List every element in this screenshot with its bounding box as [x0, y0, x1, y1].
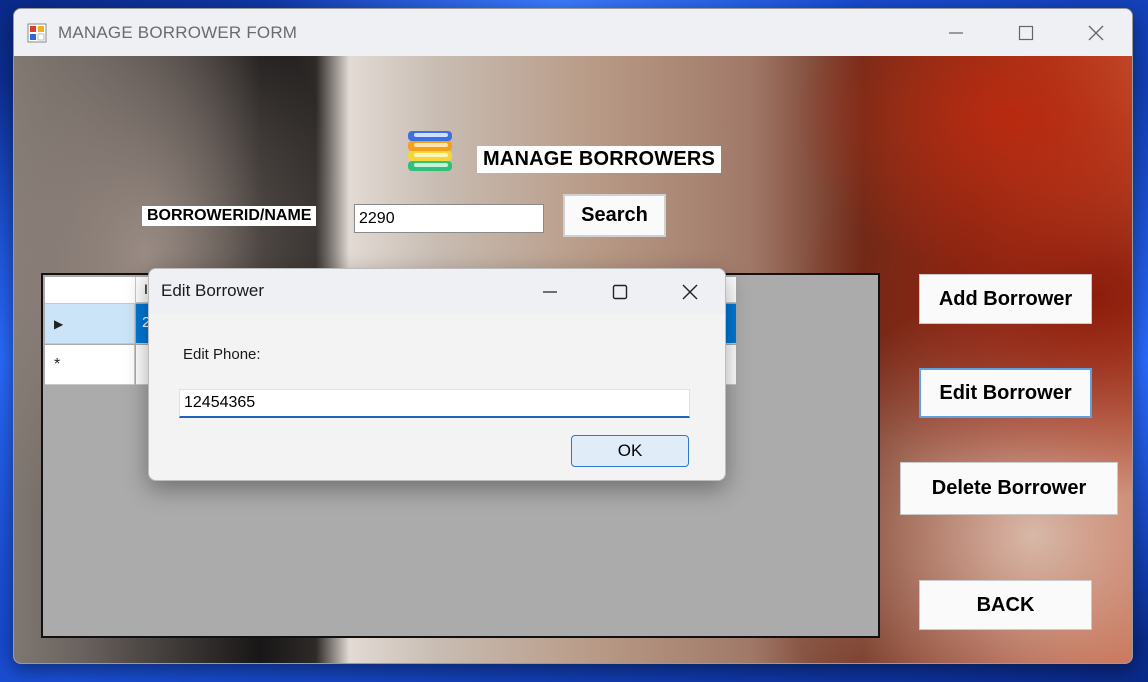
phone-input[interactable] [179, 389, 690, 418]
grid-row-header-new[interactable]: * [45, 345, 135, 385]
grid-row-header-selected[interactable]: ▶ [45, 304, 135, 344]
maximize-button[interactable] [992, 9, 1060, 56]
window-title: MANAGE BORROWER FORM [58, 23, 298, 42]
minimize-icon [543, 290, 557, 293]
edit-borrower-dialog: Edit Borrower Edit Phone: OK [148, 268, 726, 481]
ok-button[interactable]: OK [571, 435, 689, 467]
maximize-icon [1018, 25, 1034, 40]
page-title: MANAGE BORROWERS [477, 146, 722, 173]
dialog-minimize-button[interactable] [515, 269, 585, 314]
edit-borrower-button[interactable]: Edit Borrower [919, 368, 1092, 418]
delete-borrower-button[interactable]: Delete Borrower [900, 462, 1118, 515]
search-input[interactable] [354, 204, 544, 233]
dialog-maximize-button[interactable] [585, 269, 655, 314]
dialog-titlebar[interactable]: Edit Borrower [149, 269, 725, 314]
maximize-icon [612, 284, 628, 299]
search-label: BORROWERID/NAME [142, 206, 317, 226]
dialog-close-button[interactable] [655, 269, 725, 314]
close-button[interactable] [1062, 9, 1130, 56]
minimize-icon [949, 31, 963, 34]
books-stack-icon [408, 131, 452, 171]
edit-phone-label: Edit Phone: [183, 346, 261, 363]
grid-header-corner[interactable] [45, 277, 136, 304]
form-app-icon [27, 23, 47, 43]
dialog-title: Edit Borrower [161, 281, 264, 300]
add-borrower-button[interactable]: Add Borrower [919, 274, 1092, 324]
search-button[interactable]: Search [563, 194, 666, 237]
close-icon [682, 284, 698, 299]
close-icon [1088, 25, 1104, 40]
minimize-button[interactable] [922, 9, 990, 56]
back-button[interactable]: BACK [919, 580, 1092, 630]
new-row-indicator-icon: * [54, 355, 61, 373]
current-row-indicator-icon: ▶ [54, 316, 64, 331]
window-titlebar[interactable]: MANAGE BORROWER FORM [14, 9, 1132, 56]
